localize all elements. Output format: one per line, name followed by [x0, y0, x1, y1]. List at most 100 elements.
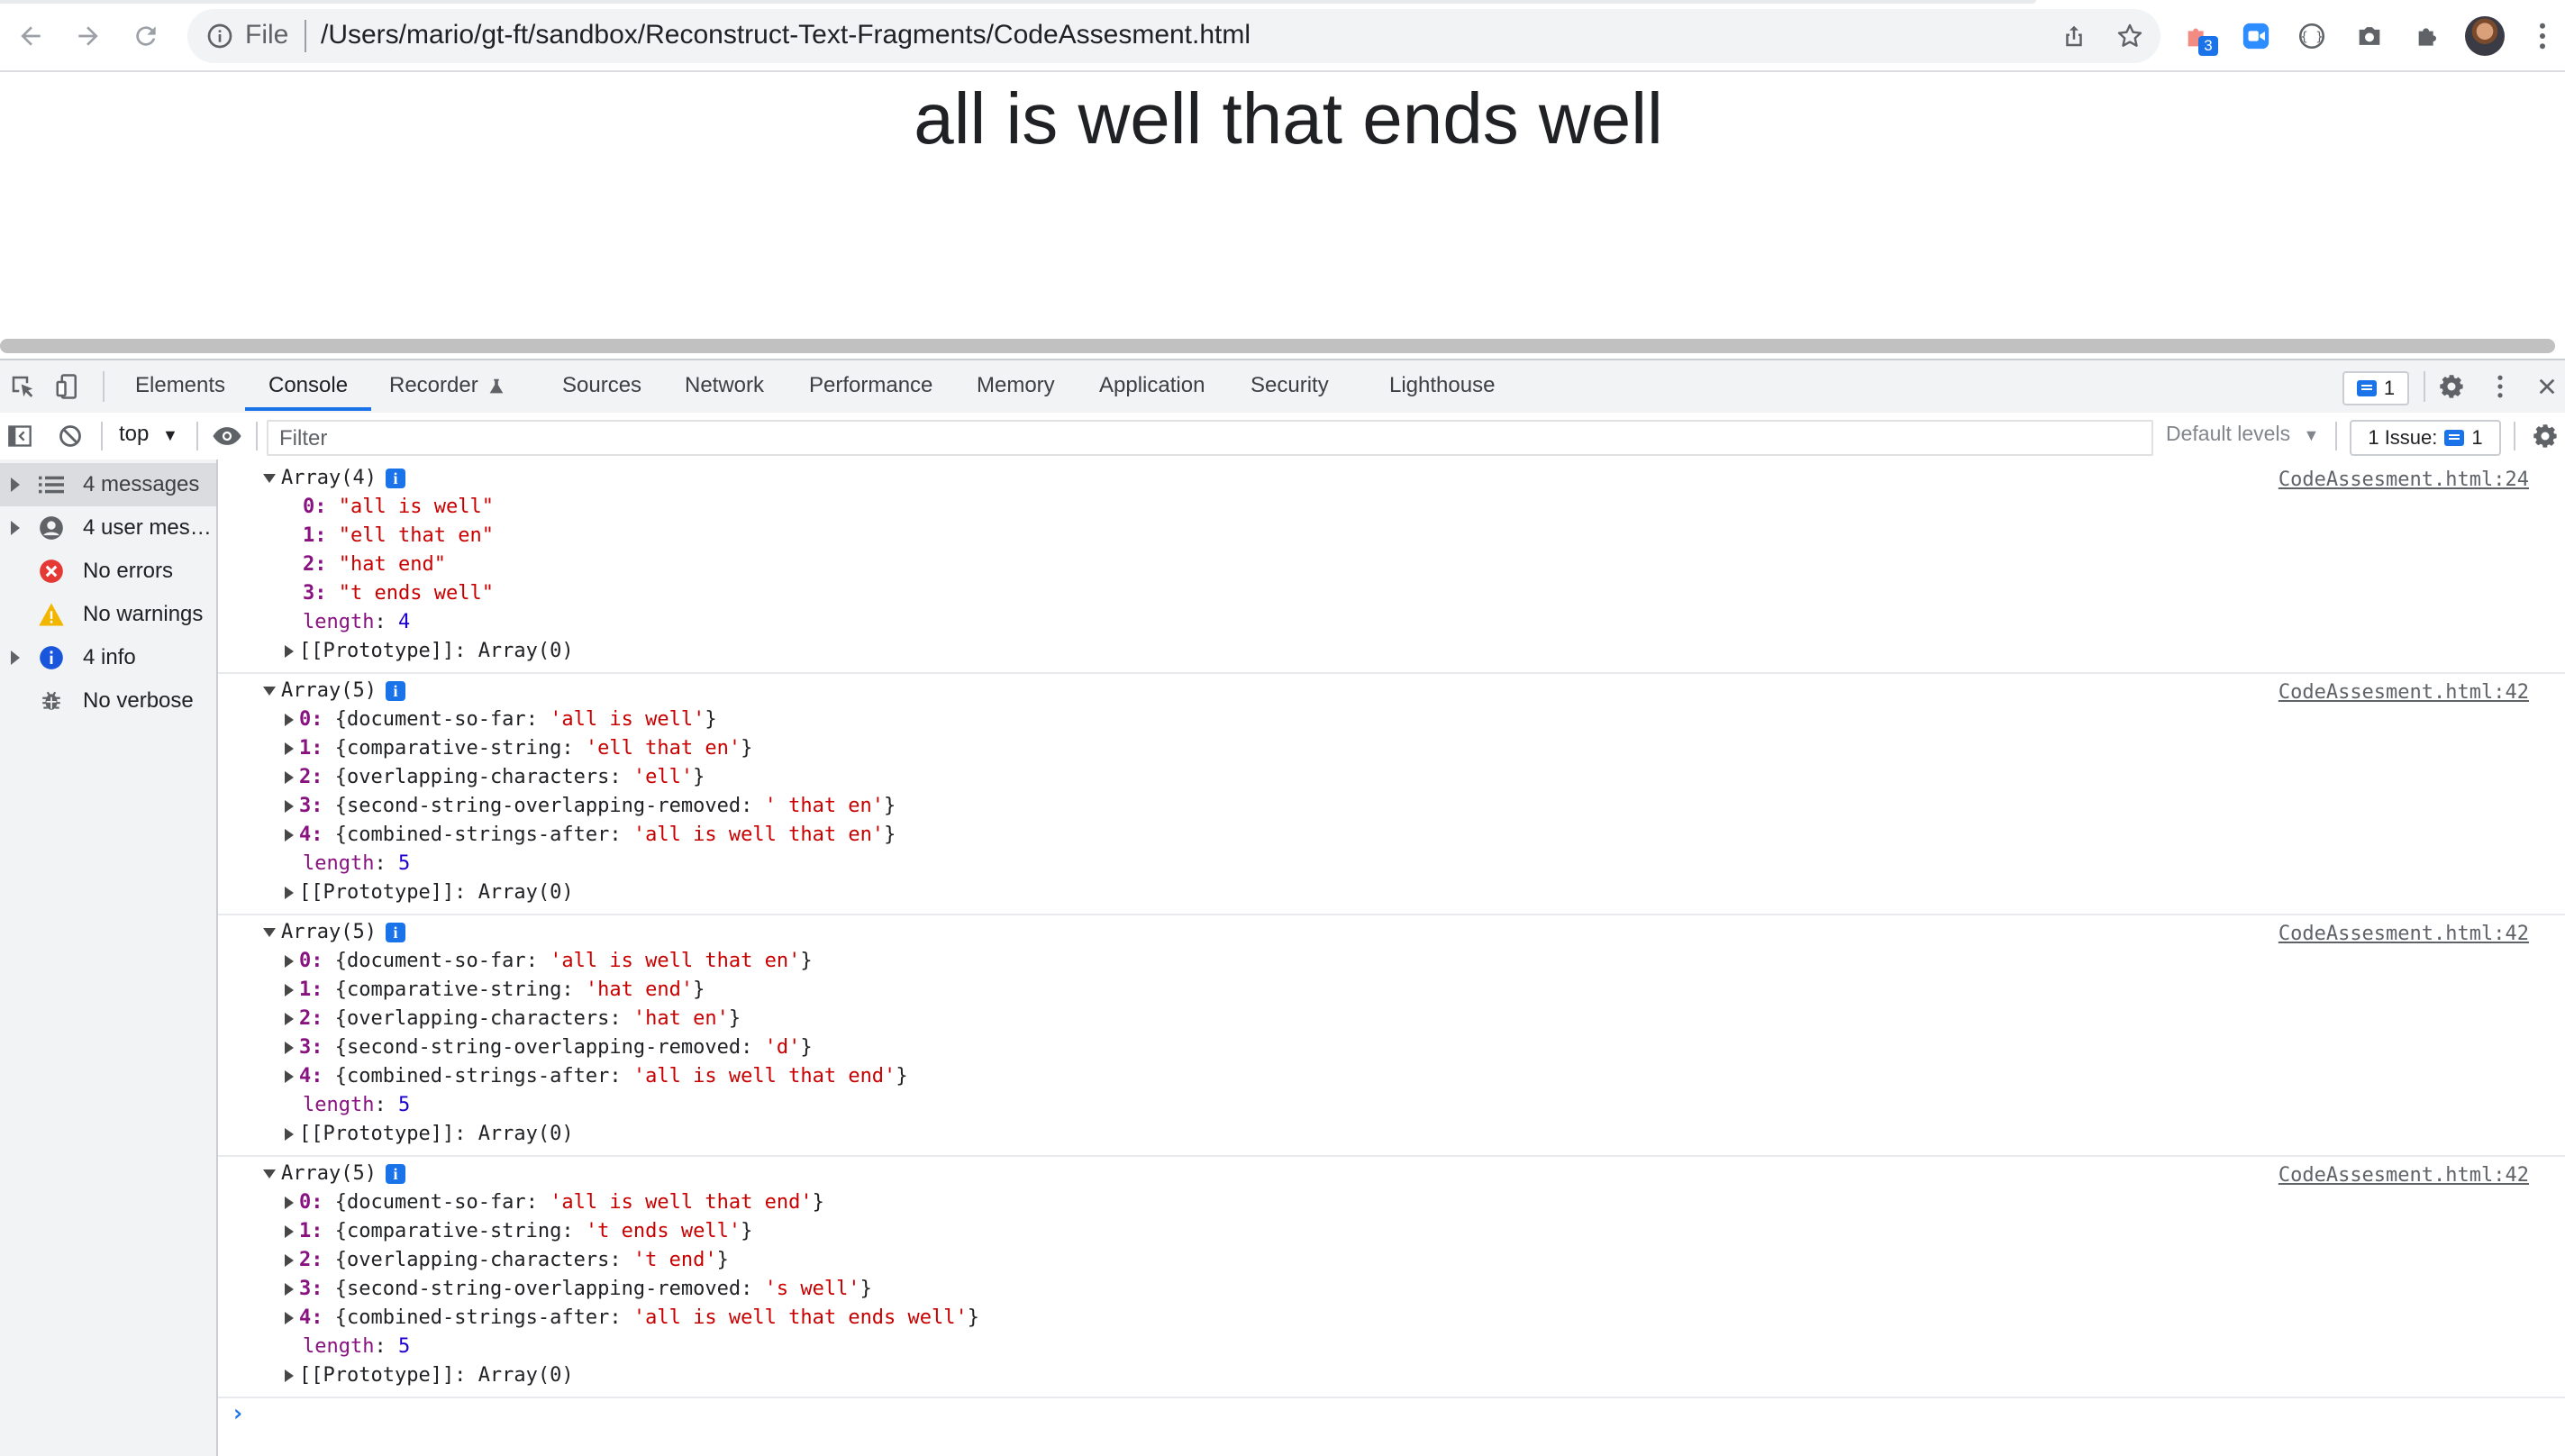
expand-arrow-icon[interactable] [285, 645, 294, 658]
expand-arrow-icon[interactable] [285, 1312, 294, 1324]
expand-arrow-icon[interactable] [285, 1128, 294, 1141]
collapse-arrow-icon[interactable] [263, 687, 276, 696]
share-icon[interactable] [2058, 20, 2090, 52]
reload-button[interactable] [128, 18, 164, 54]
tab-application[interactable]: Application [1099, 373, 1205, 398]
tab-performance[interactable]: Performance [809, 373, 932, 398]
tab-memory[interactable]: Memory [977, 373, 1055, 398]
tab-security[interactable]: Security [1251, 373, 1329, 398]
array-prototype[interactable]: [[Prototype]]: Array(0) [285, 879, 574, 906]
close-devtools-button[interactable] [2533, 371, 2560, 402]
live-expression-button[interactable] [209, 422, 245, 450]
expand-arrow-icon[interactable] [285, 1013, 294, 1025]
array-header[interactable]: Array(4) i [263, 465, 405, 492]
forward-button[interactable] [70, 18, 106, 54]
source-link[interactable]: CodeAssesment.html:42 [2278, 679, 2529, 706]
inspect-element-button[interactable] [7, 371, 38, 402]
info-badge-icon[interactable]: i [385, 681, 405, 701]
info-badge-icon[interactable]: i [385, 469, 405, 488]
issues-button[interactable]: 1 Issue: 1 [2350, 420, 2501, 456]
collapse-arrow-icon[interactable] [263, 474, 276, 483]
toggle-sidebar-button[interactable] [5, 422, 34, 450]
tab-network[interactable]: Network [685, 373, 764, 398]
clear-console-button[interactable] [56, 422, 85, 450]
sidebar-item-user-messages[interactable]: 4 user mes… [0, 506, 216, 550]
object-item[interactable]: 0: {document-so-far: 'all is well that e… [285, 948, 813, 975]
object-item[interactable]: 2: {overlapping-characters: 'ell'} [285, 764, 705, 791]
expand-arrow-icon[interactable] [285, 1070, 294, 1083]
expand-arrow-icon[interactable] [285, 1197, 294, 1209]
object-item[interactable]: 4: {combined-strings-after: 'all is well… [285, 1063, 908, 1090]
object-item[interactable]: 0: {document-so-far: 'all is well'} [285, 706, 717, 733]
console-settings-button[interactable] [2530, 422, 2560, 450]
array-header[interactable]: Array(5) i [263, 678, 405, 705]
profile-avatar[interactable] [2465, 16, 2505, 56]
expand-arrow-icon[interactable] [285, 1042, 294, 1054]
object-item[interactable]: 4: {combined-strings-after: 'all is well… [285, 822, 896, 849]
screenshot-extension-button[interactable] [2351, 18, 2388, 54]
sidebar-item-messages[interactable]: 4 messages [0, 463, 216, 506]
message-count-button[interactable]: 1 [2342, 371, 2409, 405]
browser-menu-button[interactable] [2524, 18, 2560, 54]
expand-arrow-icon[interactable] [285, 714, 294, 726]
object-item[interactable]: 0: {document-so-far: 'all is well that e… [285, 1189, 824, 1216]
info-badge-icon[interactable]: i [385, 923, 405, 942]
source-link[interactable]: CodeAssesment.html:42 [2278, 1162, 2529, 1189]
object-item[interactable]: 3: {second-string-overlapping-removed: '… [285, 793, 896, 820]
expand-arrow-icon[interactable] [285, 955, 294, 968]
expand-arrow-icon[interactable] [285, 742, 294, 755]
object-item[interactable]: 2: {overlapping-characters: 'hat en'} [285, 1006, 741, 1033]
expand-arrow-icon[interactable] [285, 1225, 294, 1238]
array-prototype[interactable]: [[Prototype]]: Array(0) [285, 1121, 574, 1148]
source-link[interactable]: CodeAssesment.html:42 [2278, 921, 2529, 948]
info-badge-icon[interactable]: i [385, 1164, 405, 1184]
expand-arrow-icon[interactable] [285, 1254, 294, 1267]
sidebar-item-info[interactable]: 4 info [0, 636, 216, 679]
tab-console[interactable]: Console [268, 373, 348, 398]
back-button[interactable] [13, 18, 49, 54]
log-levels-dropdown[interactable]: Default levels ▼ [2166, 422, 2319, 446]
tab-lighthouse[interactable]: Lighthouse [1389, 373, 1495, 398]
horizontal-scrollbar[interactable] [0, 339, 2555, 353]
collapse-arrow-icon[interactable] [263, 928, 276, 937]
object-item[interactable]: 4: {combined-strings-after: 'all is well… [285, 1305, 979, 1332]
object-item[interactable]: 1: {comparative-string: 'hat end'} [285, 977, 705, 1004]
context-selector[interactable]: top ▼ [119, 422, 178, 447]
settings-button[interactable] [2436, 371, 2467, 402]
expand-arrow-icon[interactable] [285, 829, 294, 842]
array-prototype[interactable]: [[Prototype]]: Array(0) [285, 1362, 574, 1389]
extensions-menu-button[interactable] [2409, 18, 2445, 54]
devtools-extension-button[interactable]: { } [2294, 18, 2330, 54]
site-info-icon[interactable] [205, 22, 234, 55]
expand-arrow-icon[interactable] [285, 1283, 294, 1296]
extension-button[interactable]: 3 [2180, 18, 2218, 56]
sidebar-item-errors[interactable]: No errors [0, 550, 216, 593]
tab-elements[interactable]: Elements [135, 373, 225, 398]
tab-sources[interactable]: Sources [562, 373, 641, 398]
expand-arrow-icon[interactable] [285, 984, 294, 996]
expand-arrow-icon[interactable] [285, 800, 294, 813]
object-item[interactable]: 1: {comparative-string: 'ell that en'} [285, 735, 752, 762]
device-toolbar-button[interactable] [52, 371, 83, 402]
address-bar[interactable]: File /Users/mario/gt-ft/sandbox/Reconstr… [187, 9, 2160, 63]
object-item[interactable]: 1: {comparative-string: 't ends well'} [285, 1218, 752, 1245]
object-item[interactable]: 3: {second-string-overlapping-removed: '… [285, 1276, 872, 1303]
console-prompt[interactable]: › [231, 1400, 245, 1427]
url-text[interactable]: /Users/mario/gt-ft/sandbox/Reconstruct-T… [321, 20, 1251, 50]
zoom-extension-button[interactable] [2238, 18, 2274, 54]
expand-arrow-icon[interactable] [285, 771, 294, 784]
array-header[interactable]: Array(5) i [263, 1160, 405, 1188]
expand-arrow-icon[interactable] [285, 887, 294, 899]
object-item[interactable]: 3: {second-string-overlapping-removed: '… [285, 1034, 813, 1061]
array-prototype[interactable]: [[Prototype]]: Array(0) [285, 638, 574, 665]
expand-arrow-icon[interactable] [11, 651, 20, 665]
devtools-menu-button[interactable] [2487, 371, 2514, 402]
sidebar-item-verbose[interactable]: No verbose [0, 679, 216, 723]
source-link[interactable]: CodeAssesment.html:24 [2278, 467, 2529, 494]
expand-arrow-icon[interactable] [11, 521, 20, 535]
collapse-arrow-icon[interactable] [263, 1169, 276, 1178]
object-item[interactable]: 2: {overlapping-characters: 't end'} [285, 1247, 729, 1274]
expand-arrow-icon[interactable] [285, 1370, 294, 1382]
sidebar-item-warnings[interactable]: No warnings [0, 593, 216, 636]
console-filter-input[interactable]: Filter [267, 420, 2153, 456]
